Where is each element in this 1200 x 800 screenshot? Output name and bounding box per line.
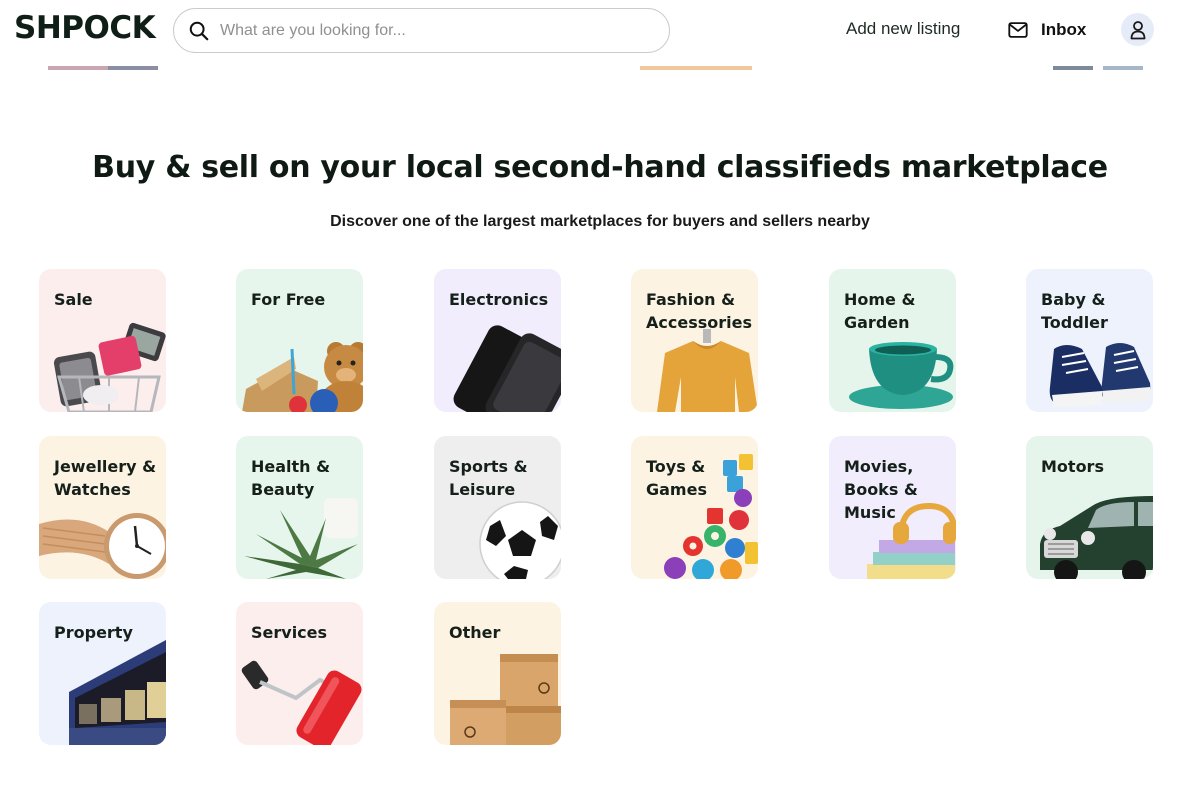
category-toys-games[interactable]: Toys & Games bbox=[631, 436, 758, 579]
category-jewellery-watches[interactable]: Jewellery & Watches bbox=[39, 436, 166, 579]
category-label: Electronics bbox=[449, 290, 549, 309]
category-sports-leisure[interactable]: Sports & Leisure bbox=[434, 436, 561, 579]
category-for-free[interactable]: For Free bbox=[236, 269, 363, 412]
category-electronics[interactable]: Electronics bbox=[434, 269, 561, 412]
inbox-button[interactable]: Inbox bbox=[1007, 17, 1086, 43]
category-label: Sale bbox=[54, 290, 93, 309]
category-label: Movies, Books & Music bbox=[844, 457, 918, 522]
category-label: Jewellery & Watches bbox=[54, 457, 157, 499]
avatar[interactable] bbox=[1121, 13, 1154, 46]
top-bar: SHPOCK Add new listing Inbox bbox=[0, 0, 1200, 62]
search-input[interactable] bbox=[220, 17, 650, 45]
category-fashion-accessories[interactable]: Fashion & Accessories bbox=[631, 269, 758, 412]
logo[interactable]: SHPOCK bbox=[14, 10, 156, 46]
inbox-label: Inbox bbox=[1041, 20, 1087, 39]
category-property[interactable]: Property bbox=[39, 602, 166, 745]
category-services[interactable]: Services bbox=[236, 602, 363, 745]
user-icon bbox=[1130, 20, 1145, 39]
carousel-image-sliver bbox=[640, 66, 752, 70]
category-sale[interactable]: Sale bbox=[39, 269, 166, 412]
mail-icon bbox=[1008, 22, 1028, 38]
carousel-image-sliver bbox=[48, 66, 158, 70]
category-motors[interactable]: Motors bbox=[1026, 436, 1153, 579]
search-bar[interactable] bbox=[173, 8, 670, 53]
page-subtitle: Discover one of the largest marketplaces… bbox=[330, 213, 870, 230]
page-title: Buy & sell on your local second-hand cla… bbox=[92, 150, 1108, 185]
category-label: Property bbox=[54, 623, 133, 642]
carousel-image-sliver bbox=[1053, 66, 1143, 70]
category-label: Health & Beauty bbox=[251, 457, 331, 499]
category-label: Toys & Games bbox=[646, 457, 707, 499]
category-health-beauty[interactable]: Health & Beauty bbox=[236, 436, 363, 579]
category-home-garden[interactable]: Home & Garden bbox=[829, 269, 956, 412]
category-label: Sports & Leisure bbox=[449, 457, 528, 499]
category-label: Fashion & Accessories bbox=[646, 290, 752, 332]
category-label: Baby & Toddler bbox=[1041, 290, 1108, 332]
category-movies-books-music[interactable]: Movies, Books & Music bbox=[829, 436, 956, 579]
category-label: Home & Garden bbox=[844, 290, 916, 332]
search-icon bbox=[189, 21, 209, 41]
category-label: Services bbox=[251, 623, 328, 642]
category-label: For Free bbox=[251, 290, 326, 309]
category-label: Motors bbox=[1041, 457, 1104, 476]
category-other[interactable]: Other bbox=[434, 602, 561, 745]
category-label: Other bbox=[449, 623, 501, 642]
category-baby-toddler[interactable]: Baby & Toddler bbox=[1026, 269, 1153, 412]
add-listing-link[interactable]: Add new listing bbox=[846, 19, 960, 39]
